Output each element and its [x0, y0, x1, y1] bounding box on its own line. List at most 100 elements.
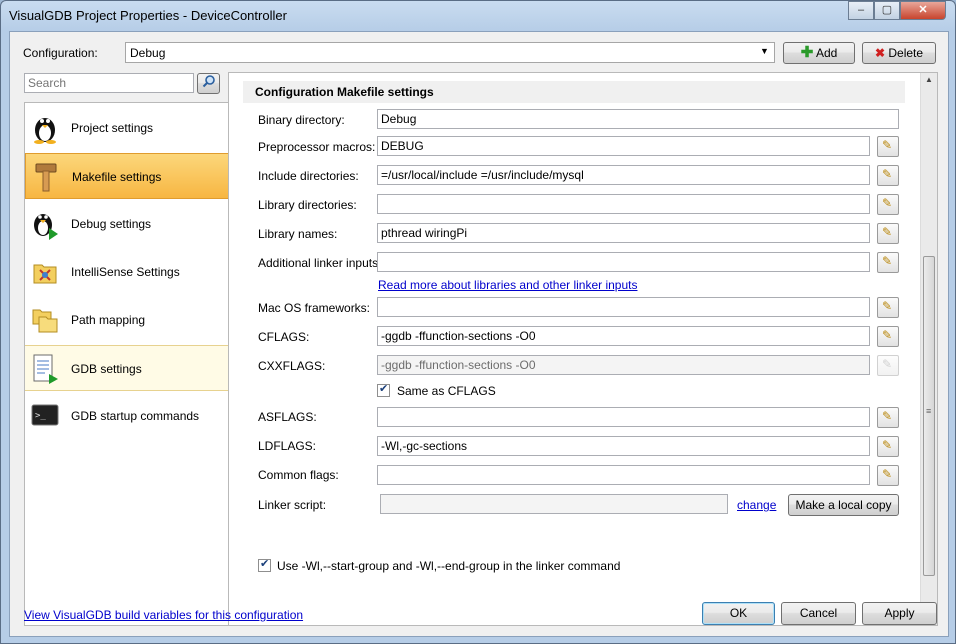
- make-local-copy-button[interactable]: Make a local copy: [788, 494, 899, 516]
- linker-script-label: Linker script:: [258, 498, 327, 512]
- window-title: VisualGDB Project Properties - DeviceCon…: [9, 8, 287, 23]
- minimize-button[interactable]: –: [848, 1, 874, 20]
- search-button[interactable]: [197, 73, 220, 94]
- pencil-icon: ✎: [882, 438, 893, 452]
- pencil-icon: ✎: [882, 196, 893, 210]
- ldflags-label: LDFLAGS:: [258, 439, 317, 453]
- edit-library-dirs-button[interactable]: ✎: [877, 194, 899, 215]
- pencil-icon: ✎: [882, 328, 893, 342]
- build-variables-link[interactable]: View VisualGDB build variables for this …: [24, 608, 303, 622]
- preprocessor-field[interactable]: DEBUG: [377, 136, 870, 156]
- settings-panel: Configuration Makefile settings Binary d…: [228, 72, 938, 626]
- common-flags-field[interactable]: [377, 465, 870, 485]
- svg-text:>_: >_: [35, 411, 46, 421]
- penguin-debug-icon: [34, 214, 58, 240]
- linker-inputs-field[interactable]: [377, 252, 870, 272]
- folders-icon: [32, 309, 58, 333]
- cxxflags-field: -ggdb -ffunction-sections -O0: [377, 355, 870, 375]
- add-button[interactable]: ✚ Add: [783, 42, 855, 64]
- linker-script-field: [380, 494, 728, 514]
- preprocessor-label: Preprocessor macros:: [258, 140, 376, 154]
- title-bar: VisualGDB Project Properties - DeviceCon…: [1, 1, 955, 31]
- sidebar-item-project-settings[interactable]: Project settings: [25, 105, 229, 151]
- ok-button[interactable]: OK: [702, 602, 775, 625]
- panel-scrollbar[interactable]: ▲ ≡ ▼: [920, 73, 937, 625]
- cflags-field[interactable]: -ggdb -ffunction-sections -O0: [377, 326, 870, 346]
- edit-asflags-button[interactable]: ✎: [877, 407, 899, 428]
- penguin-icon: [34, 118, 56, 144]
- edit-include-dirs-button[interactable]: ✎: [877, 165, 899, 186]
- cflags-label: CFLAGS:: [258, 330, 310, 344]
- edit-cxxflags-button: ✎: [877, 355, 899, 376]
- sidebar-item-makefile-settings[interactable]: Makefile settings: [25, 153, 229, 199]
- start-group-label: Use -Wl,--start-group and -Wl,--end-grou…: [277, 559, 621, 573]
- sidebar-item-intellisense[interactable]: IntelliSense Settings: [25, 249, 229, 295]
- cxxflags-label: CXXFLAGS:: [258, 359, 326, 373]
- sidebar-item-path-mapping[interactable]: Path mapping: [25, 297, 229, 343]
- asflags-field[interactable]: [377, 407, 870, 427]
- scrollbar-thumb[interactable]: ≡: [923, 256, 935, 576]
- same-as-cflags-checkbox[interactable]: ✔: [377, 383, 390, 397]
- pencil-icon: ✎: [882, 225, 893, 239]
- scroll-up-icon: ▲: [925, 75, 933, 84]
- linker-inputs-link[interactable]: Read more about libraries and other link…: [378, 278, 637, 292]
- configuration-combo[interactable]: Debug ▼: [125, 42, 775, 63]
- cancel-button[interactable]: Cancel: [781, 602, 856, 625]
- chevron-down-icon: ▼: [760, 46, 769, 56]
- configuration-value: Debug: [130, 46, 166, 60]
- sidebar-item-label: Path mapping: [71, 313, 146, 327]
- sidebar-item-gdb-settings[interactable]: GDB settings: [25, 345, 229, 391]
- include-dirs-field[interactable]: =/usr/local/include =/usr/include/mysql: [377, 165, 870, 185]
- delete-button[interactable]: ✖ Delete: [862, 42, 936, 64]
- add-label: Add: [815, 46, 838, 60]
- pencil-icon: ✎: [882, 138, 893, 152]
- settings-sidebar: Project settings Makefile settings Debug…: [24, 102, 230, 626]
- sidebar-item-gdb-startup-commands[interactable]: >_ GDB startup commands: [25, 393, 229, 439]
- start-group-checkbox[interactable]: ✔: [258, 558, 271, 572]
- include-dirs-label: Include directories:: [258, 169, 359, 183]
- hammer-icon: [35, 163, 57, 192]
- library-names-field[interactable]: pthread wiringPi: [377, 223, 870, 243]
- edit-ldflags-button[interactable]: ✎: [877, 436, 899, 457]
- checkmark-icon: ✔: [379, 383, 389, 395]
- edit-macos-frameworks-button[interactable]: ✎: [877, 297, 899, 318]
- sidebar-item-label: Debug settings: [71, 217, 152, 231]
- restore-button[interactable]: ▢: [874, 1, 900, 20]
- search-input[interactable]: [24, 73, 194, 93]
- edit-cflags-button[interactable]: ✎: [877, 326, 899, 347]
- apply-button[interactable]: Apply: [862, 602, 937, 625]
- edit-library-names-button[interactable]: ✎: [877, 223, 899, 244]
- binary-dir-label: Binary directory:: [258, 113, 345, 127]
- asflags-label: ASFLAGS:: [258, 410, 317, 424]
- edit-linker-inputs-button[interactable]: ✎: [877, 252, 899, 273]
- change-linker-script-link[interactable]: change: [737, 498, 776, 512]
- plus-icon: ✚: [800, 44, 814, 61]
- macos-frameworks-field[interactable]: [377, 297, 870, 317]
- pencil-icon: ✎: [882, 167, 893, 181]
- section-header: Configuration Makefile settings: [243, 81, 905, 103]
- library-names-label: Library names:: [258, 227, 338, 241]
- common-flags-label: Common flags:: [258, 468, 339, 482]
- checkmark-icon: ✔: [260, 558, 270, 570]
- delete-label: Delete: [888, 46, 924, 60]
- delete-x-icon: ✖: [874, 46, 886, 60]
- sidebar-item-debug-settings[interactable]: Debug settings: [25, 201, 229, 247]
- edit-common-flags-button[interactable]: ✎: [877, 465, 899, 486]
- pencil-icon: ✎: [882, 357, 893, 371]
- grip-icon: ≡: [926, 406, 932, 416]
- sidebar-item-label: GDB settings: [71, 362, 142, 376]
- dialog-client: Configuration: Debug ▼ ✚ Add ✖ Delete Pr…: [9, 31, 949, 637]
- edit-preprocessor-button[interactable]: ✎: [877, 136, 899, 157]
- ldflags-field[interactable]: -Wl,-gc-sections: [377, 436, 870, 456]
- sidebar-item-label: Project settings: [71, 121, 154, 135]
- pencil-icon: ✎: [882, 254, 893, 268]
- library-dirs-field[interactable]: [377, 194, 870, 214]
- close-button[interactable]: ✕: [900, 1, 946, 20]
- pencil-icon: ✎: [882, 409, 893, 423]
- configuration-label: Configuration:: [23, 46, 98, 60]
- terminal-icon: >_: [31, 404, 59, 426]
- binary-dir-field[interactable]: Debug: [377, 109, 899, 129]
- pencil-icon: ✎: [882, 467, 893, 481]
- sidebar-item-label: IntelliSense Settings: [71, 265, 180, 279]
- macos-frameworks-label: Mac OS frameworks:: [258, 301, 371, 315]
